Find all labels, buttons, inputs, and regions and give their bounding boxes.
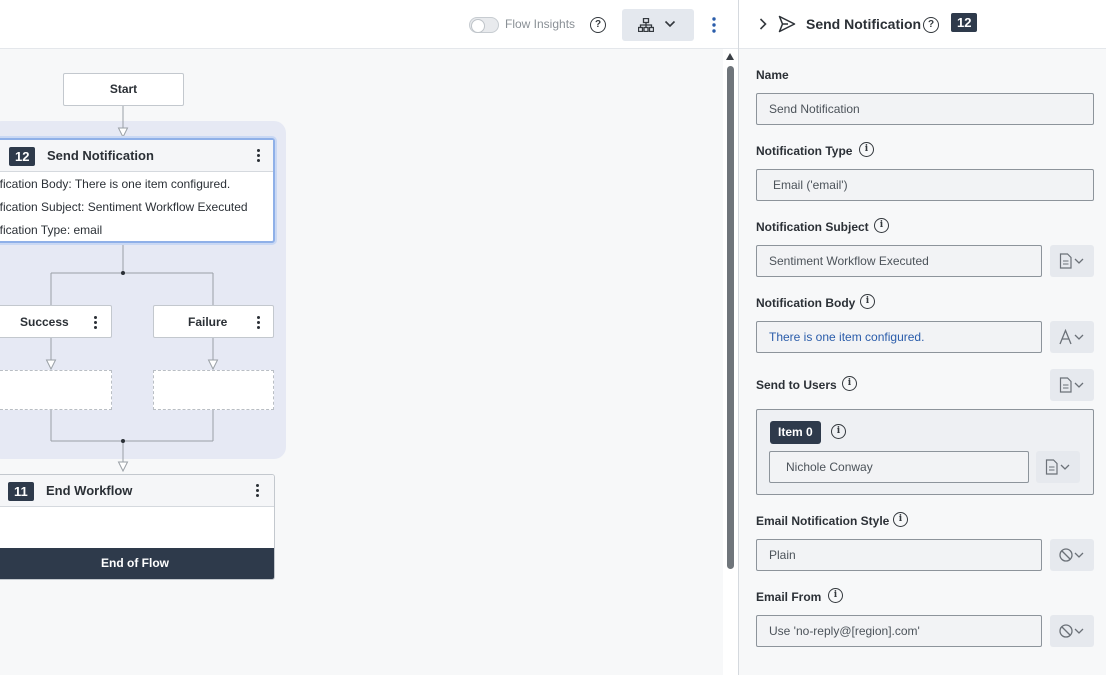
canvas-scrollbar[interactable]	[723, 49, 738, 675]
node-more-icon[interactable]	[257, 149, 261, 163]
user-select[interactable]: Nichole Conway	[769, 451, 1029, 483]
flow-canvas[interactable]: Flow Insights ? Start 12 Send Notificati…	[0, 0, 738, 675]
name-label: Name	[756, 68, 789, 82]
no-value-icon	[1059, 548, 1084, 562]
node-more-icon[interactable]	[256, 484, 260, 498]
failure-branch-node[interactable]: Failure	[153, 305, 274, 338]
notification-subject-input[interactable]: Sentiment Workflow Executed	[756, 245, 1042, 277]
document-icon	[1059, 377, 1084, 393]
help-icon[interactable]: ?	[923, 17, 939, 33]
canvas-toolbar: Flow Insights ?	[0, 0, 738, 49]
notification-type-label: Notification Type	[756, 144, 853, 158]
info-icon[interactable]: i	[860, 294, 875, 309]
item-badge: Item 0	[770, 421, 821, 444]
node-detail-subject: ification Subject: Sentiment Workflow Ex…	[0, 200, 248, 214]
style-value-type-button[interactable]	[1050, 539, 1094, 571]
more-options-icon[interactable]	[709, 15, 719, 35]
node-header: 12 Send Notification	[0, 140, 273, 172]
node-header: 11 End Workflow	[0, 475, 274, 507]
email-from-label: Email From	[756, 590, 822, 604]
email-style-label: Email Notification Style	[756, 514, 890, 528]
chevron-down-icon	[664, 20, 676, 28]
end-workflow-node[interactable]: 11 End Workflow End of Flow	[0, 474, 275, 580]
scroll-thumb[interactable]	[727, 66, 734, 569]
start-node[interactable]: Start	[63, 73, 184, 106]
branch-label: Success	[20, 315, 69, 329]
email-from-input[interactable]: Use 'no-reply@[region].com'	[756, 615, 1042, 647]
body-value-type-button[interactable]	[1050, 321, 1094, 353]
document-icon	[1045, 459, 1070, 475]
info-icon[interactable]: i	[893, 512, 908, 527]
success-branch-node[interactable]: Success	[0, 305, 112, 338]
branch-more-icon[interactable]	[257, 316, 261, 330]
step-number-badge: 12	[951, 13, 978, 32]
notification-body-input[interactable]: There is one item configured.	[756, 321, 1042, 353]
panel-header: Send Notification ? 12	[739, 0, 1106, 49]
notification-body-label: Notification Body	[756, 296, 856, 310]
chevron-right-icon[interactable]	[759, 18, 767, 30]
properties-panel: Send Notification ? 12 Name Send Notific…	[738, 0, 1106, 675]
send-to-users-list: Item 0 i Nichole Conway	[756, 409, 1094, 495]
node-detail-body: ification Body: There is one item config…	[0, 177, 231, 191]
document-icon	[1059, 253, 1084, 269]
text-format-icon	[1059, 329, 1084, 345]
node-detail-type: ification Type: email	[0, 223, 103, 237]
send-to-users-label: Send to Users	[756, 378, 837, 392]
hierarchy-icon	[638, 18, 654, 32]
info-icon[interactable]: i	[831, 424, 846, 439]
empty-step-placeholder[interactable]	[0, 370, 112, 410]
layout-menu-button[interactable]	[622, 9, 694, 41]
email-style-input[interactable]: Plain	[756, 539, 1042, 571]
node-title: End Workflow	[46, 483, 133, 498]
node-number-badge: 11	[8, 482, 34, 501]
info-icon[interactable]: i	[828, 588, 843, 603]
notification-type-select[interactable]: Email ('email')	[756, 169, 1094, 201]
subject-value-type-button[interactable]	[1050, 245, 1094, 277]
panel-title: Send Notification	[806, 16, 922, 32]
flow-insights-label: Flow Insights	[505, 17, 576, 31]
scroll-up-arrow[interactable]	[726, 53, 734, 60]
branch-more-icon[interactable]	[94, 316, 98, 330]
name-input[interactable]: Send Notification	[756, 93, 1094, 125]
empty-step-placeholder[interactable]	[153, 370, 274, 410]
from-value-type-button[interactable]	[1050, 615, 1094, 647]
info-icon[interactable]: i	[859, 142, 874, 157]
notification-subject-label: Notification Subject	[756, 220, 869, 234]
flow-insights-toggle[interactable]	[469, 17, 499, 33]
info-icon[interactable]: i	[842, 376, 857, 391]
end-of-flow-footer: End of Flow	[0, 548, 274, 579]
help-icon[interactable]: ?	[590, 17, 606, 33]
node-number-badge: 12	[9, 147, 36, 166]
users-value-type-button[interactable]	[1050, 369, 1094, 401]
node-title: Send Notification	[47, 148, 154, 163]
no-value-icon	[1059, 624, 1084, 638]
branch-label: Failure	[188, 315, 228, 329]
user-value-type-button[interactable]	[1036, 451, 1080, 483]
info-icon[interactable]: i	[874, 218, 889, 233]
send-notification-node[interactable]: 12 Send Notification ification Body: The…	[0, 138, 275, 243]
send-icon	[778, 15, 796, 33]
